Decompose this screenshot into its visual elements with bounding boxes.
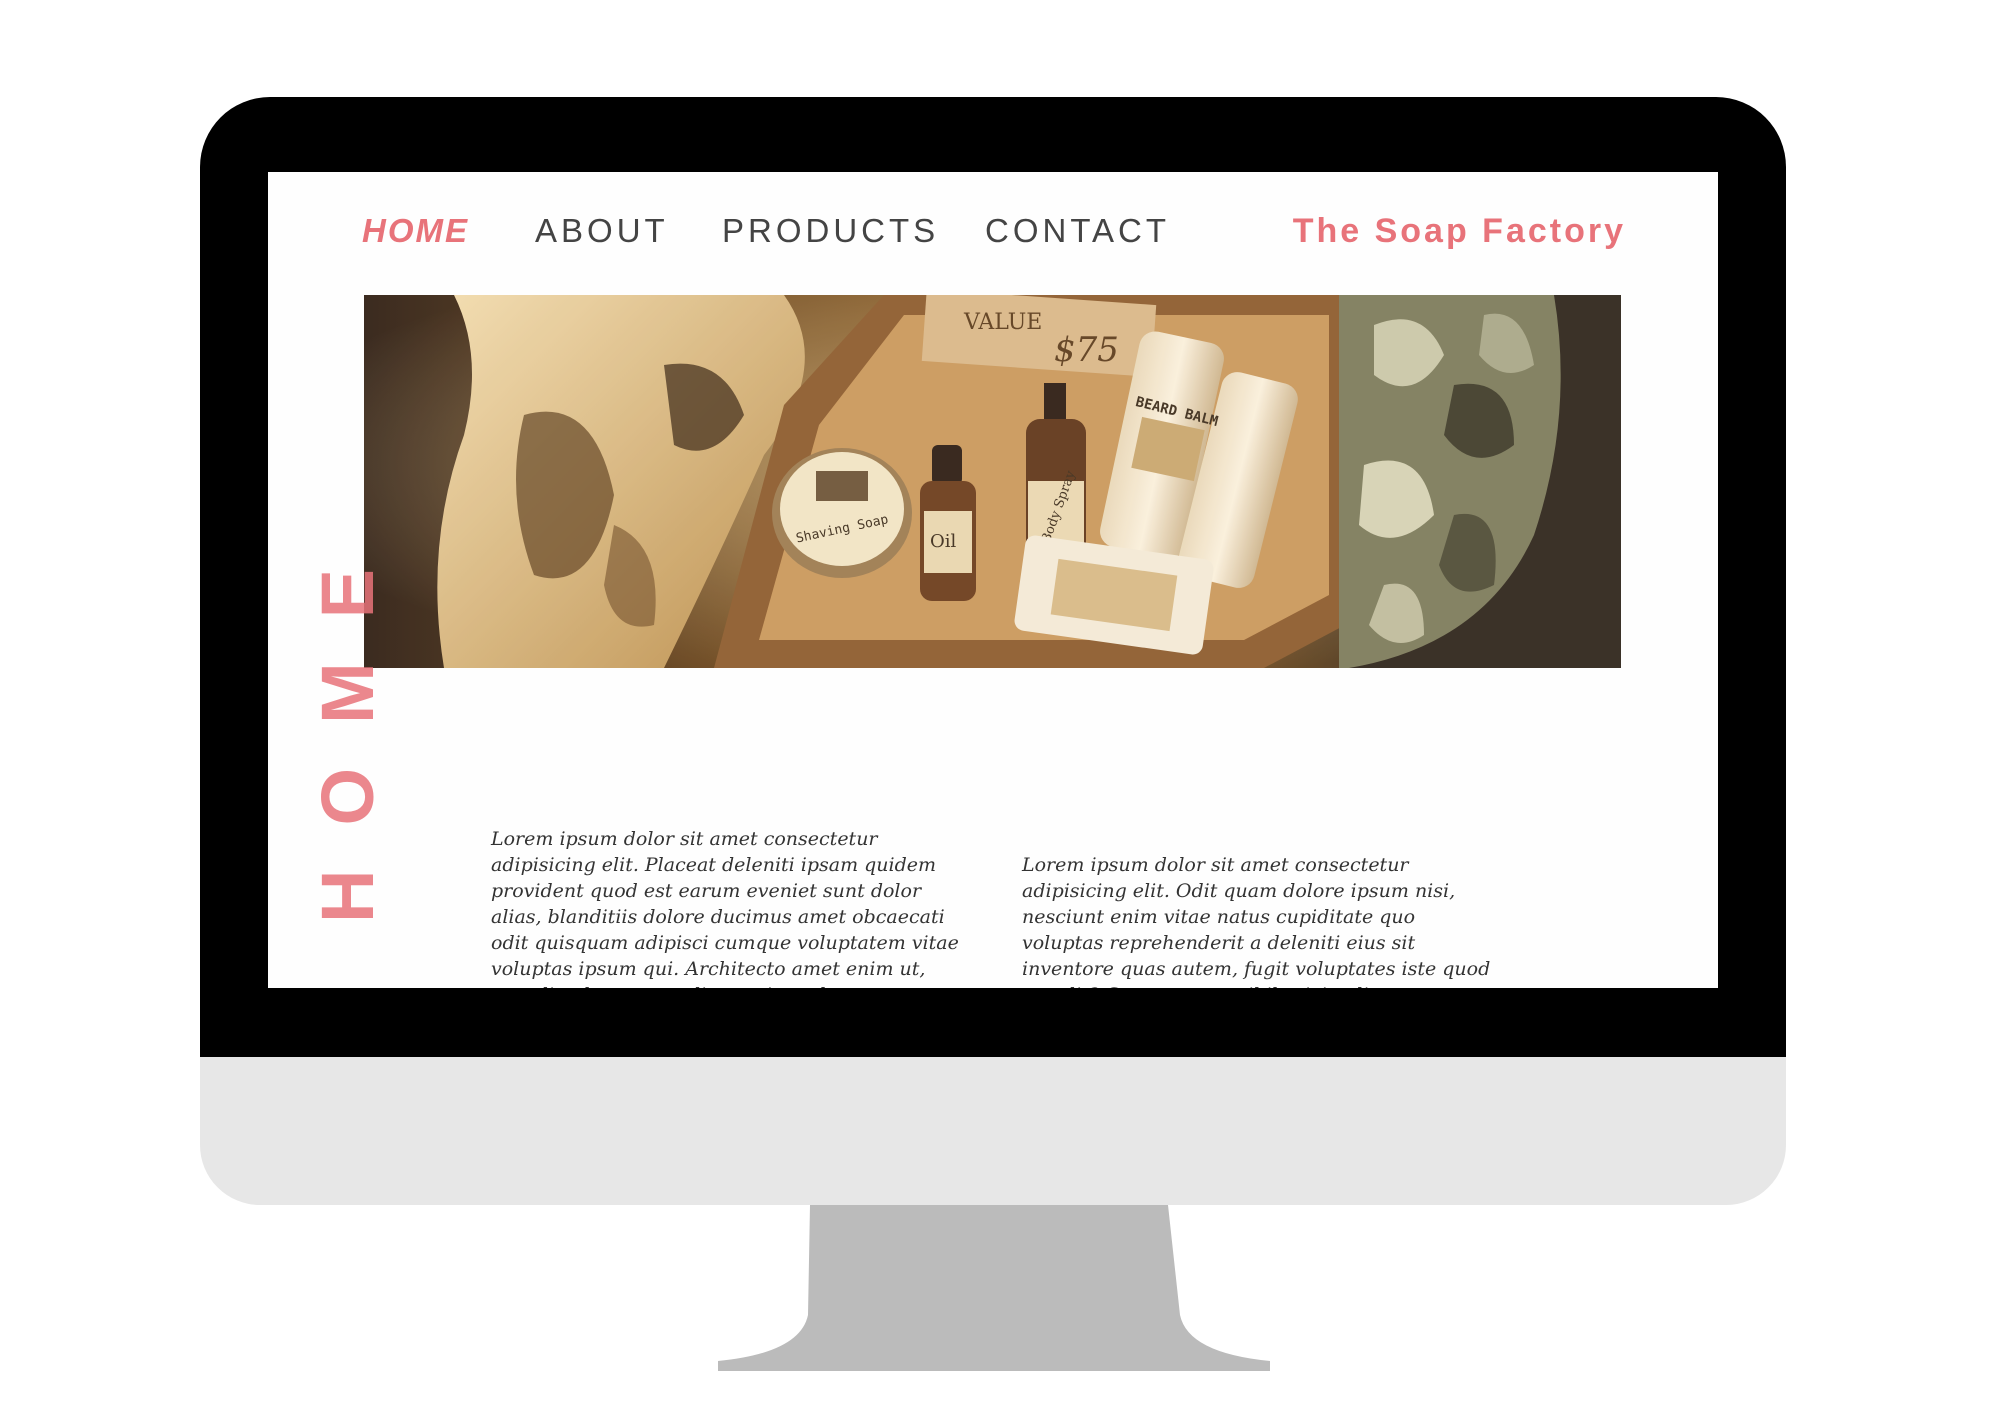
monitor-chin — [200, 1057, 1786, 1205]
vertical-page-title: HOME — [306, 525, 389, 923]
monitor-stand — [718, 1205, 1270, 1371]
website-screen: HOME ABOUT PRODUCTS CONTACT The Soap Fac… — [268, 172, 1718, 988]
mockup-stage: HOME ABOUT PRODUCTS CONTACT The Soap Fac… — [0, 0, 2000, 1428]
nav-about-link[interactable]: ABOUT — [535, 212, 669, 250]
brand-name[interactable]: The Soap Factory — [1293, 212, 1626, 251]
hero-image: VALUE $75 Shaving Soap Oil Body Spray BE… — [364, 295, 1621, 668]
nav-home-link[interactable]: HOME — [362, 212, 469, 250]
content-left-column: Lorem ipsum dolor sit amet consectetur a… — [491, 828, 959, 988]
content-right-column: Lorem ipsum dolor sit amet consectetur a… — [1022, 854, 1491, 988]
nav-contact-link[interactable]: CONTACT — [985, 212, 1170, 250]
nav-products-link[interactable]: PRODUCTS — [722, 212, 939, 250]
